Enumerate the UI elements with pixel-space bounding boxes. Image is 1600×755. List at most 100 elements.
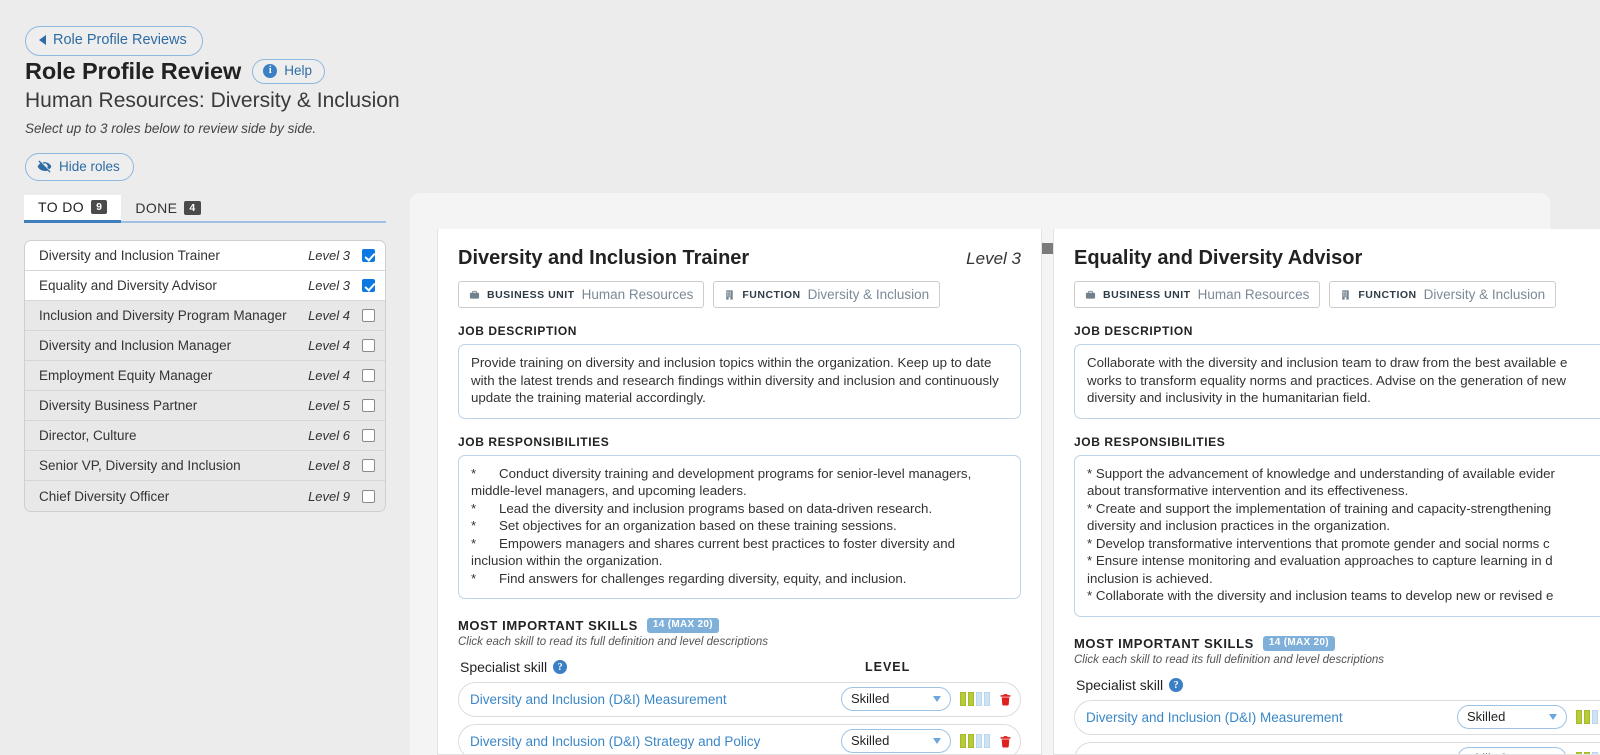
job-description-line: diversity and inclusivity in the humanit… <box>1087 390 1371 406</box>
briefcase-icon <box>1085 290 1096 299</box>
responsibility-item: * Empowers managers and shares current be… <box>471 535 955 569</box>
skill-name-link[interactable]: Diversity and Inclusion (D&I) Strategy a… <box>470 734 832 749</box>
help-question-icon[interactable]: ? <box>553 660 568 675</box>
function-value: Diversity & Inclusion <box>807 287 930 302</box>
role-name: Director, Culture <box>39 428 137 443</box>
skill-row: Diversity and Inclusion (D&I) Measuremen… <box>458 682 1021 718</box>
function-chip: FUNCTION Diversity & Inclusion <box>713 281 941 308</box>
skill-level-bar <box>976 734 982 749</box>
skill-level-bar <box>1592 710 1598 725</box>
role-level: Level 9 <box>308 488 350 504</box>
back-caret-icon <box>39 35 46 46</box>
skill-row: Diversity and Inclusion (D&I) Strategy a… <box>1074 742 1600 754</box>
job-description-label: JOB DESCRIPTION <box>458 324 578 338</box>
tab-to-do-label: TO DO <box>38 199 85 215</box>
tab-to-do[interactable]: TO DO 9 <box>24 195 122 223</box>
role-list-item[interactable]: Director, Culture Level 6 <box>25 421 385 451</box>
page-subtitle: Human Resources: Diversity & Inclusion <box>25 89 400 112</box>
role-checkbox[interactable] <box>362 399 375 412</box>
job-responsibilities-label: JOB RESPONSIBILITIES <box>1074 434 1226 449</box>
skill-level-value: Skilled <box>1467 751 1505 754</box>
left-panel: Role Profile Reviews Role Profile Review… <box>0 0 410 755</box>
responsibility-item: * Support the advancement of knowledge a… <box>1087 465 1555 481</box>
role-list-item[interactable]: Inclusion and Diversity Program Manager L… <box>25 301 385 331</box>
page-title: Role Profile Review <box>25 58 242 84</box>
role-list-item[interactable]: Employment Equity Manager Level 4 <box>25 361 385 391</box>
role-checkbox[interactable] <box>362 279 375 292</box>
job-description-line: Collaborate with the diversity and inclu… <box>1087 355 1568 370</box>
skill-level-bar <box>984 692 990 707</box>
delete-skill-icon[interactable] <box>999 692 1012 707</box>
job-description-label: JOB DESCRIPTION <box>1074 324 1194 338</box>
delete-skill-icon[interactable] <box>999 734 1012 749</box>
tab-done[interactable]: DONE 4 <box>121 196 214 221</box>
specialist-skill-column: Specialist skill ? <box>1076 677 1477 693</box>
help-button[interactable]: i Help <box>252 59 325 84</box>
responsibility-item: * Collaborate with the diversity and inc… <box>1087 588 1554 604</box>
back-to-role-profile-reviews-button[interactable]: Role Profile Reviews <box>25 26 203 56</box>
eye-slash-icon <box>37 160 52 173</box>
card-meta-row: BUSINESS UNIT Human Resources FUNCTION D… <box>458 281 1021 308</box>
card-title: Diversity and Inclusion Trainer <box>458 247 750 269</box>
role-checkbox[interactable] <box>362 339 375 352</box>
skill-level-bar <box>960 734 966 749</box>
role-level: Level 3 <box>308 278 350 293</box>
role-level: Level 4 <box>308 338 350 353</box>
skill-level-select[interactable]: Skilled <box>1457 747 1567 754</box>
role-list-item[interactable]: Senior VP, Diversity and Inclusion Level … <box>25 451 385 481</box>
skill-level-select[interactable]: Skilled <box>841 729 951 754</box>
page-title-row: Role Profile Review i Help <box>25 58 325 85</box>
card-level: Level 3 <box>966 249 1021 268</box>
role-checkbox[interactable] <box>362 489 375 503</box>
role-checkbox[interactable] <box>362 249 375 262</box>
skill-level-bar <box>1576 710 1582 725</box>
selection-hint: Select up to 3 roles below to review sid… <box>25 121 317 136</box>
role-card: Diversity and Inclusion Trainer Level 3 … <box>437 229 1042 755</box>
business-unit-chip: BUSINESS UNIT Human Resources <box>458 281 705 308</box>
skill-name-link[interactable]: Diversity and Inclusion (D&I) Measuremen… <box>470 692 832 707</box>
business-unit-value: Human Resources <box>1197 287 1310 302</box>
role-list-item[interactable]: Chief Diversity Officer Level 9 <box>25 481 385 511</box>
responsibility-item: * Develop transformative interventions t… <box>1087 535 1550 551</box>
job-description-box[interactable]: Provide training on diversity and inclus… <box>458 344 1021 419</box>
skill-name-link[interactable]: Diversity and Inclusion (D&I) Measuremen… <box>1086 710 1448 725</box>
skill-level-bar <box>968 734 974 749</box>
function-label: FUNCTION <box>1358 288 1417 301</box>
skills-column-headers: Specialist skill ? <box>1074 677 1600 693</box>
skills-title: MOST IMPORTANT SKILLS <box>1074 636 1254 652</box>
help-question-icon[interactable]: ? <box>1169 678 1184 693</box>
role-name: Chief Diversity Officer <box>39 488 170 504</box>
business-unit-chip: BUSINESS UNIT Human Resources <box>1074 281 1321 308</box>
job-responsibilities-box[interactable]: * Support the advancement of knowledge a… <box>1074 454 1600 618</box>
role-checkbox[interactable] <box>362 459 375 472</box>
responsibility-item: about transformative intervention and it… <box>1087 483 1409 499</box>
skill-level-bar <box>960 692 966 707</box>
hide-roles-button[interactable]: Hide roles <box>25 153 134 181</box>
role-name: Senior VP, Diversity and Inclusion <box>39 458 241 473</box>
role-name: Equality and Diversity Advisor <box>39 278 217 293</box>
role-list-item[interactable]: Equality and Diversity Advisor Level 3 <box>25 271 385 301</box>
skills-count-badge: 14 (MAX 20) <box>646 618 719 634</box>
comparison-workspace: Diversity and Inclusion Trainer Level 3 … <box>410 193 1600 755</box>
chevron-down-icon <box>933 695 941 702</box>
role-name: Inclusion and Diversity Program Manager <box>39 308 287 323</box>
job-description-box[interactable]: Collaborate with the diversity and inclu… <box>1074 344 1600 419</box>
function-chip: FUNCTION Diversity & Inclusion <box>1329 281 1557 308</box>
skill-level-select[interactable]: Skilled <box>841 687 951 712</box>
role-checkbox[interactable] <box>362 309 375 322</box>
role-list-item[interactable]: Diversity and Inclusion Trainer Level 3 <box>25 241 385 271</box>
specialist-skill-label: Specialist skill <box>1076 677 1164 694</box>
job-responsibilities-box[interactable]: * Conduct diversity training and developm… <box>458 454 1021 600</box>
skill-level-select[interactable]: Skilled <box>1457 705 1567 730</box>
role-checkbox[interactable] <box>362 429 375 442</box>
role-list-item[interactable]: Diversity Business Partner Level 5 <box>25 391 385 421</box>
role-list-item[interactable]: Diversity and Inclusion Manager Level 4 <box>25 331 385 361</box>
role-checkbox[interactable] <box>362 369 375 382</box>
horizontal-scrollbar-track[interactable] <box>437 218 1448 254</box>
card-header: Diversity and Inclusion Trainer Level 3 <box>458 247 1021 270</box>
skills-header: MOST IMPORTANT SKILLS 14 (MAX 20) <box>458 618 1021 634</box>
skill-name-link[interactable]: Diversity and Inclusion (D&I) Strategy a… <box>1086 752 1448 754</box>
help-button-label: Help <box>284 63 312 79</box>
responsibility-item: inclusion is achieved. <box>1087 570 1213 586</box>
business-unit-label: BUSINESS UNIT <box>1103 288 1191 301</box>
